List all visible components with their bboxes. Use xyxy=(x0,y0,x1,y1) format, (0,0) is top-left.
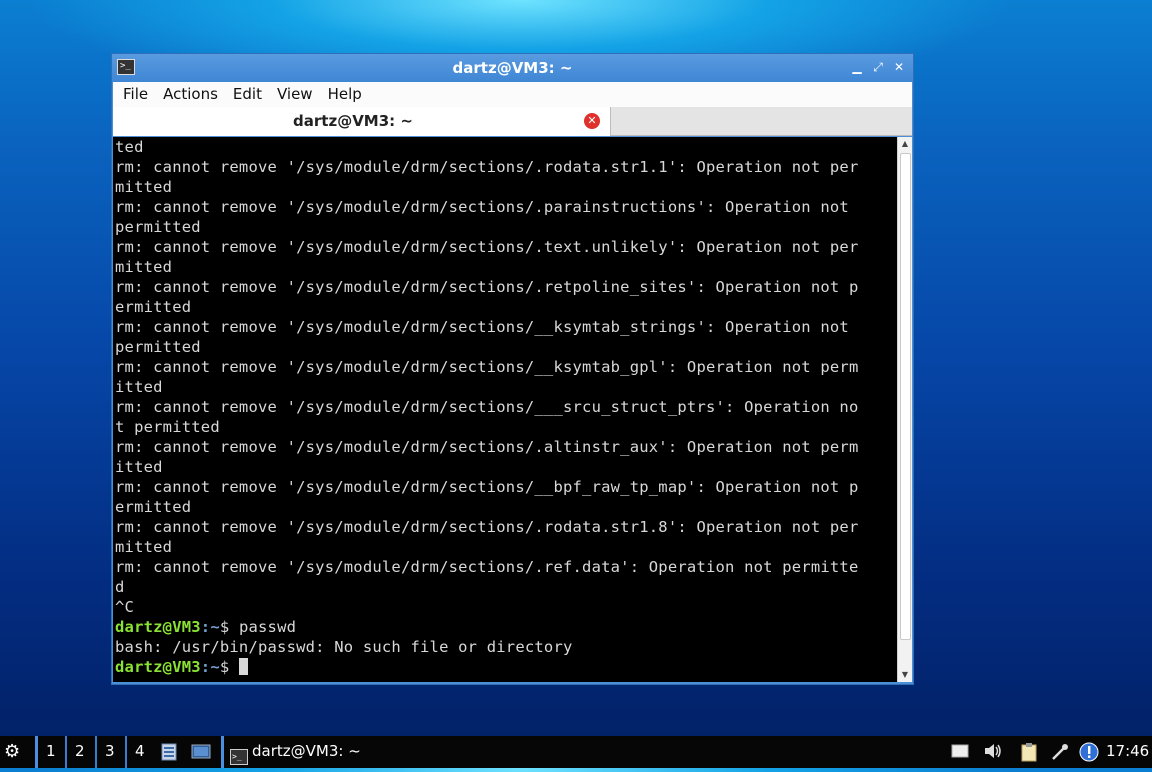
terminal-line: permitted xyxy=(115,218,201,236)
terminal-line: rm: cannot remove '/sys/module/drm/secti… xyxy=(115,198,859,216)
terminal-line: rm: cannot remove '/sys/module/drm/secti… xyxy=(115,158,859,176)
desktop-icon[interactable] xyxy=(190,742,212,762)
prompt-path: :~ xyxy=(200,618,220,636)
menu-file[interactable]: File xyxy=(113,82,153,103)
prompt-path: :~ xyxy=(200,658,220,676)
maximize-button[interactable]: ⤢ xyxy=(869,58,887,76)
terminal-line: rm: cannot remove '/sys/module/drm/secti… xyxy=(115,478,859,496)
terminal-line: permitted xyxy=(115,338,201,356)
minimize-button[interactable]: ▁ xyxy=(848,58,866,76)
terminal-line: rm: cannot remove '/sys/module/drm/secti… xyxy=(115,238,859,256)
terminal-lines: ted rm: cannot remove '/sys/module/drm/se… xyxy=(113,137,897,617)
workspace-1[interactable]: 1 xyxy=(35,736,68,768)
task-label: dartz@VM3: ~ xyxy=(252,742,361,760)
terminal-line: itted xyxy=(115,458,163,476)
terminal-line: ermitted xyxy=(115,298,192,316)
prompt-symbol: $ xyxy=(219,618,239,636)
workspace-3[interactable]: 3 xyxy=(95,736,127,768)
workspace-4[interactable]: 4 xyxy=(125,736,157,768)
taskbar-terminal-task[interactable]: >_ dartz@VM3: ~ xyxy=(221,736,361,768)
close-circle-icon[interactable]: ✕ xyxy=(584,113,600,129)
terminal-window: >_ dartz@VM3: ~ ▁ ⤢ ✕ File Actions Edit Vie… xyxy=(111,53,914,685)
prompt-user: dartz@VM3 xyxy=(115,658,201,676)
notification-icon[interactable] xyxy=(951,742,969,762)
command-error: bash: /usr/bin/passwd: No such file or d… xyxy=(115,638,573,656)
terminal-line: rm: cannot remove '/sys/module/drm/secti… xyxy=(115,318,859,336)
window-titlebar[interactable]: >_ dartz@VM3: ~ ▁ ⤢ ✕ xyxy=(112,54,913,82)
close-button[interactable]: ✕ xyxy=(890,58,908,76)
terminal-line: ^C xyxy=(115,598,135,616)
terminal-line: rm: cannot remove '/sys/module/drm/secti… xyxy=(115,278,859,296)
menubar: File Actions Edit View Help xyxy=(113,82,912,107)
terminal-line: ermitted xyxy=(115,498,192,516)
prompt-line-current: dartz@VM3:~$ xyxy=(113,657,897,677)
prompt-user: dartz@VM3 xyxy=(115,618,201,636)
menu-edit[interactable]: Edit xyxy=(223,82,267,103)
prompt-line-command: dartz@VM3:~$ passwd xyxy=(113,617,897,637)
window-title: dartz@VM3: ~ xyxy=(452,59,573,77)
scroll-up-icon[interactable]: ▲ xyxy=(898,137,912,151)
tab-terminal[interactable]: dartz@VM3: ~ ✕ xyxy=(113,107,611,136)
workspace-2[interactable]: 2 xyxy=(65,736,97,768)
terminal-line: rm: cannot remove '/sys/module/drm/secti… xyxy=(115,438,859,456)
prompt-symbol: $ xyxy=(219,658,239,676)
scrollbar-thumb[interactable] xyxy=(900,153,911,640)
terminal-line: itted xyxy=(115,378,163,396)
clipboard-icon[interactable] xyxy=(1020,742,1038,762)
terminal-line: mitted xyxy=(115,538,173,556)
scroll-down-icon[interactable]: ▼ xyxy=(898,668,912,682)
terminal-line: rm: cannot remove '/sys/module/drm/secti… xyxy=(115,558,859,576)
text-cursor xyxy=(238,658,248,675)
taskbar: ⚙ 1 2 3 4 >_ dartz@VM3: ~ 17:46 xyxy=(0,736,1152,768)
terminal-line: t permitted xyxy=(115,418,220,436)
terminal-line: mitted xyxy=(115,178,173,196)
file-manager-icon[interactable] xyxy=(159,742,179,762)
network-icon[interactable] xyxy=(1050,742,1068,762)
volume-icon[interactable] xyxy=(983,742,1001,762)
tab-label: dartz@VM3: ~ xyxy=(293,112,413,130)
menu-help[interactable]: Help xyxy=(318,82,367,103)
terminal-line: d xyxy=(115,578,125,596)
terminal-line: mitted xyxy=(115,258,173,276)
terminal-scrollbar[interactable]: ▲ ▼ xyxy=(897,137,912,682)
terminal-output[interactable]: ted rm: cannot remove '/sys/module/drm/se… xyxy=(113,137,897,682)
typed-command: passwd xyxy=(238,618,297,636)
tab-bar: dartz@VM3: ~ ✕ xyxy=(113,107,912,136)
terminal-line: rm: cannot remove '/sys/module/drm/secti… xyxy=(115,358,859,376)
update-icon[interactable] xyxy=(1079,742,1099,762)
terminal-line: rm: cannot remove '/sys/module/drm/secti… xyxy=(115,398,859,416)
clock[interactable]: 17:46 xyxy=(1106,736,1149,768)
terminal-icon: >_ xyxy=(230,749,248,765)
menu-actions[interactable]: Actions xyxy=(153,82,223,103)
terminal-line: rm: cannot remove '/sys/module/drm/secti… xyxy=(115,518,859,536)
terminal-line: ted xyxy=(115,138,144,156)
start-menu-icon[interactable]: ⚙ xyxy=(4,740,20,764)
menu-view[interactable]: View xyxy=(267,82,318,103)
